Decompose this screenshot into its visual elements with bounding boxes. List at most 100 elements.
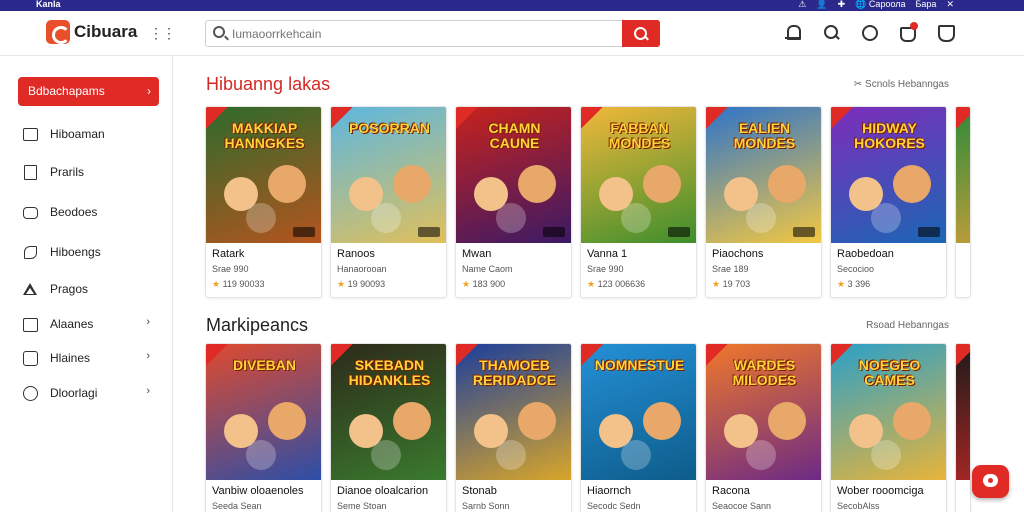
character-art: [518, 402, 556, 440]
system-bar-item[interactable]: 👤: [816, 0, 827, 10]
new-ribbon-icon: [456, 107, 478, 129]
game-subtitle: SecobAlss: [837, 501, 880, 511]
game-card[interactable]: [955, 343, 971, 512]
magnifier-icon[interactable]: [822, 23, 840, 41]
game-card[interactable]: MAKKIAP HANNGKES Ratark Srae 990 ★ 119 9003…: [205, 106, 322, 298]
phone-icon: [22, 244, 38, 260]
game-card[interactable]: POSORRAN Ranoos Hanaorooan ★ 19 90093: [330, 106, 447, 298]
game-card[interactable]: FABBAN MONDES Vanna 1 Srae 990 ★ 123 006636: [580, 106, 697, 298]
game-card[interactable]: CHAMN CAUNE Mwan Name Caom ★ 183 900: [455, 106, 572, 298]
sidebar-item-label: Prarils: [50, 165, 85, 179]
character-art: [871, 203, 901, 233]
new-ribbon-icon: [581, 107, 603, 129]
system-bar-item[interactable]: ✕: [946, 0, 954, 10]
game-title: Ranoos: [337, 248, 375, 260]
search-button[interactable]: [622, 20, 660, 47]
game-info: Ratark Srae 990 ★ 119 90033: [212, 248, 317, 290]
sidebar-item-hlaines[interactable]: Hlaines ›: [22, 346, 162, 370]
game-card[interactable]: SKEBADN HIDANKLES Dianoe oloalcarion Seme …: [330, 343, 447, 512]
sidebar-item-beodoes[interactable]: Beodoes: [22, 200, 162, 224]
system-bar-item[interactable]: Бара: [916, 0, 937, 10]
game-card[interactable]: [955, 106, 971, 298]
game-card[interactable]: THAMOEB RERIDADCE Stonab Sarnb Sonn: [455, 343, 572, 512]
game-info: Hiaornch Secodc Sedn: [587, 485, 692, 511]
game-thumbnail: HIDWAY HOKORES: [831, 107, 946, 243]
logo[interactable]: Cibuara: [46, 20, 137, 44]
game-rating: ★ 19 703: [712, 279, 817, 290]
app-root: Kanla ⚠ 👤 ✚ 🌐 Сароола Бара ✕ Cibuara ⋮⋮ Bdbac…: [0, 0, 1024, 512]
game-thumbnail: DIVEBAN: [206, 344, 321, 480]
sidebar-item-pragos[interactable]: Pragos: [22, 277, 162, 301]
section-title: Markipeancs: [206, 315, 309, 335]
sidebar-item-hiboaman[interactable]: Hiboaman: [22, 122, 162, 146]
game-card[interactable]: NOEGEO CAMES Wober rooomciga SecobAlss: [830, 343, 947, 512]
sidebar-item-label: Alaanes: [50, 317, 94, 331]
new-ribbon-icon: [831, 107, 853, 129]
game-subtitle: Seme Stoan: [337, 501, 387, 511]
rating-value: 3 396: [847, 279, 871, 289]
circle-icon[interactable]: [860, 23, 878, 41]
new-ribbon-icon: [331, 344, 353, 366]
bell-icon[interactable]: [784, 23, 802, 41]
sidebar-item-alaanes[interactable]: Alaanes ›: [22, 312, 162, 336]
game-info: Wober rooomciga SecobAlss: [837, 485, 942, 511]
character-art: [268, 165, 306, 203]
character-art: [268, 402, 306, 440]
game-subtitle: Seaocoe Sann: [712, 501, 772, 511]
system-bar-brand: Kanla: [36, 0, 61, 9]
character-art: [371, 440, 401, 470]
main-content: Hibuanng lakas ✂ Scnols Hebanngas MAKKIAP …: [173, 56, 1024, 512]
new-ribbon-icon: [956, 107, 970, 129]
players-badge: [668, 227, 690, 237]
apps-grid-icon[interactable]: ⋮⋮: [149, 25, 176, 42]
chat-button[interactable]: [972, 465, 1009, 498]
character-art: [496, 440, 526, 470]
game-subtitle: Hanaorooan: [337, 264, 387, 274]
sidebar-item-prarils[interactable]: Prarils: [22, 160, 162, 184]
character-art: [621, 440, 651, 470]
search-icon: [213, 26, 225, 38]
character-art: [621, 203, 651, 233]
chevron-right-icon: ›: [146, 385, 150, 397]
search-input[interactable]: [232, 25, 622, 43]
game-card[interactable]: EALIEN MONDES Piaochons Srae 189 ★ 19 703: [705, 106, 822, 298]
system-bar-item[interactable]: ✚: [838, 0, 846, 10]
character-art: [746, 440, 776, 470]
character-art: [246, 203, 276, 233]
game-subtitle: Seeda Sean: [212, 501, 262, 511]
game-card[interactable]: DIVEBAN Vanbiw oloaenoles Seeda Sean: [205, 343, 322, 512]
system-bar-item[interactable]: ⚠: [798, 0, 806, 10]
game-card[interactable]: WARDES MILODES Racona Seaocoe Sann: [705, 343, 822, 512]
sidebar-item-label: Hiboaman: [50, 127, 105, 141]
header: Cibuara ⋮⋮: [0, 11, 1024, 56]
character-art: [518, 165, 556, 203]
game-title: Stonab: [462, 485, 497, 497]
character-art: [893, 402, 931, 440]
section-see-all-link[interactable]: ✂ Scnols Hebanngas: [854, 79, 949, 90]
character-art: [871, 440, 901, 470]
star-icon: ★: [587, 279, 598, 289]
system-bar-item[interactable]: 🌐 Сароола: [855, 0, 905, 10]
character-art: [746, 203, 776, 233]
sidebar-item-label: Bdbachapams: [28, 84, 105, 98]
sidebar-item-hiboengs[interactable]: Hiboengs: [22, 240, 162, 264]
game-title: Piaochons: [712, 248, 764, 260]
system-bar: Kanla ⚠ 👤 ✚ 🌐 Сароола Бара ✕: [0, 0, 1024, 11]
sidebar-item-label: Hlaines: [50, 351, 91, 365]
game-title: Racona: [712, 485, 750, 497]
new-ribbon-icon: [456, 344, 478, 366]
section-see-all-link[interactable]: Rsoad Hebanngas: [866, 320, 949, 331]
game-card[interactable]: HIDWAY HOKORES Raobedoan Secocioo ★ 3 396: [830, 106, 947, 298]
cart-icon[interactable]: [898, 22, 918, 42]
game-thumbnail: [956, 344, 970, 480]
game-row: MAKKIAP HANNGKES Ratark Srae 990 ★ 119 9003…: [205, 106, 971, 298]
game-subtitle: Name Caom: [462, 264, 513, 274]
game-row: DIVEBAN Vanbiw oloaenoles Seeda Sean SKEBAD…: [205, 343, 971, 512]
game-title: Hiaornch: [587, 485, 632, 497]
shield-icon[interactable]: [936, 23, 955, 42]
game-card[interactable]: NOMNESTUE Hiaornch Secodc Sedn: [580, 343, 697, 512]
game-subtitle: Secocioo: [837, 264, 875, 274]
sidebar-item-active[interactable]: Bdbachapams ›: [18, 77, 159, 106]
sidebar-item-dloorlagi[interactable]: Dloorlagi ›: [22, 381, 162, 405]
game-title: Wober rooomciga: [837, 485, 924, 497]
